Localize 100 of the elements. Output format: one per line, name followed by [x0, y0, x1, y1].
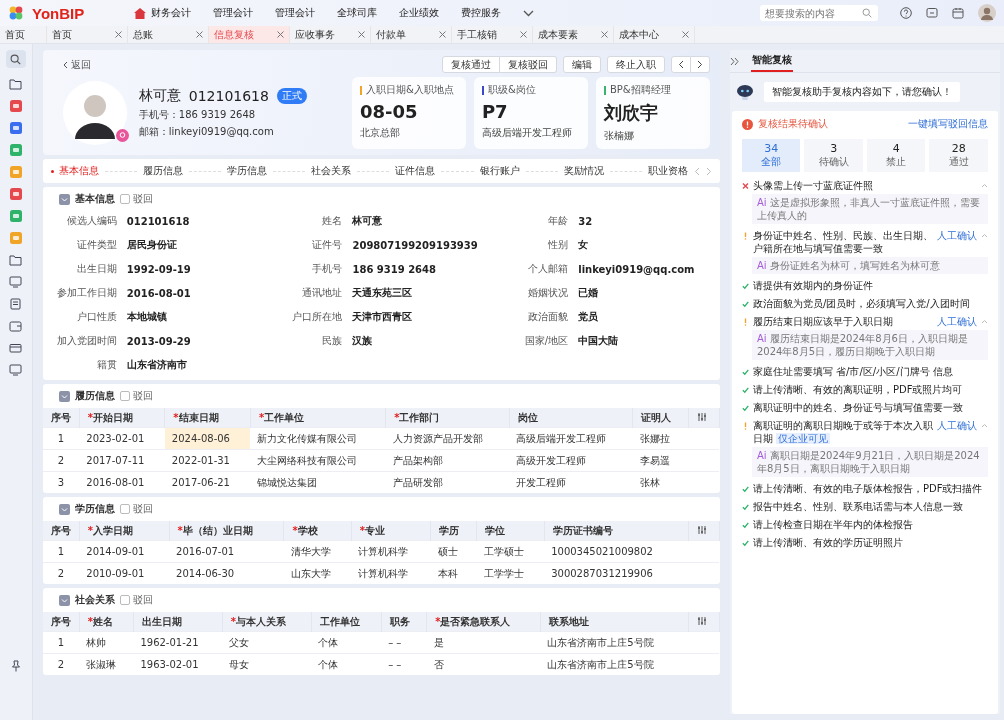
anchor-tab[interactable]: 社会关系 [311, 164, 352, 178]
close-icon[interactable] [358, 31, 365, 38]
collapse-icon[interactable] [58, 193, 70, 205]
calendar-icon[interactable] [952, 7, 964, 19]
column-header: *工作单位 [250, 408, 386, 428]
fill-reject-link[interactable]: 一键填写驳回信息 [908, 117, 988, 131]
menu-item[interactable]: 全球司库 [337, 6, 378, 20]
document-icon[interactable] [9, 298, 23, 310]
page-tab[interactable]: 成本中心 [614, 26, 695, 43]
action-button[interactable]: 复核通过 [441, 56, 500, 73]
table-cell: 工学学士 [476, 562, 545, 584]
stat-filter[interactable]: 4 禁止 [866, 139, 926, 172]
menu-item[interactable]: 管理会计 [275, 6, 316, 20]
anchor-tab[interactable]: 职业资格 [647, 164, 688, 178]
anchor-tab[interactable]: 基本信息 [50, 164, 99, 178]
anchor-tab[interactable]: 履历信息 [142, 164, 183, 178]
page-tab[interactable]: 付款单 [371, 26, 452, 43]
reject-checkbox[interactable]: 驳回 [119, 502, 153, 516]
field-value: 党员 [578, 310, 600, 324]
table-cell: 张淑琳 [79, 653, 134, 675]
menu-item[interactable]: 管理会计 [213, 6, 254, 20]
reject-checkbox[interactable]: 驳回 [119, 192, 153, 206]
table-cell: 母女 [222, 653, 312, 675]
folder-icon[interactable] [9, 78, 23, 90]
collapse-icon[interactable] [58, 594, 70, 606]
field-label: 个人邮箱 [527, 262, 569, 276]
close-icon[interactable] [601, 31, 608, 38]
manual-confirm-link[interactable]: 人工确认 [937, 315, 977, 328]
menu-item[interactable]: 财务会计 [151, 6, 192, 20]
search-button[interactable] [5, 50, 26, 68]
chevron-right-icon [696, 60, 703, 69]
phone-text: 手机号：186 9319 2648 [138, 108, 257, 122]
menu-item[interactable]: 费控服务 [461, 6, 502, 20]
stat-filter[interactable]: 28 通过 [929, 139, 988, 172]
manual-confirm-link[interactable]: 人工确认 [937, 419, 977, 432]
message-icon[interactable] [926, 7, 938, 19]
search-field[interactable]: 想要搜索的内容 [760, 5, 878, 21]
app-icon[interactable] [9, 210, 22, 222]
home-icon[interactable] [134, 7, 147, 19]
wallet-icon[interactable] [9, 320, 23, 332]
reject-checkbox[interactable]: 驳回 [119, 593, 153, 607]
manual-confirm-link[interactable]: 人工确认 [937, 229, 977, 242]
card-label: 职级&岗位 [487, 83, 536, 97]
table-cell: 计算机科学 [351, 562, 431, 584]
page-tab[interactable]: 手工核销 [452, 26, 533, 43]
app-icon[interactable] [9, 122, 22, 134]
close-icon[interactable] [115, 31, 122, 38]
close-icon[interactable] [439, 31, 446, 38]
table-cell: 新力文化传媒有限公司 [250, 427, 386, 450]
collapse-icon[interactable] [58, 390, 70, 402]
column-header: *入学日期 [79, 521, 170, 541]
page-tab[interactable]: 成本要素 [533, 26, 614, 43]
collapse-icon[interactable] [58, 503, 70, 515]
anchor-tab[interactable]: 学历信息 [227, 164, 268, 178]
avatar-icon[interactable] [978, 4, 996, 22]
table-cell: 大尘网络科技有限公司 [250, 449, 386, 472]
folder-icon[interactable] [9, 254, 23, 266]
page-tab[interactable]: 首页 [0, 26, 47, 43]
section-title: 学历信息 [74, 502, 115, 516]
card-icon[interactable] [9, 342, 23, 354]
chevron-down-icon[interactable] [523, 9, 535, 17]
anchor-tab[interactable]: 银行账户 [479, 164, 520, 178]
table-cell: – – [381, 653, 427, 675]
pin-icon[interactable] [9, 660, 22, 672]
monitor-icon[interactable] [9, 364, 23, 376]
field-value: 居民身份证 [126, 238, 178, 252]
stat-filter[interactable]: 3 待确认 [804, 139, 863, 172]
action-button[interactable]: 终止入职 [606, 56, 665, 73]
reject-checkbox[interactable]: 驳回 [119, 389, 153, 403]
search-icon [862, 8, 872, 18]
candidate-name: 林可意 [138, 87, 181, 105]
page-tab[interactable]: 首页 [47, 26, 128, 43]
collapse-panel-icon[interactable] [729, 56, 739, 66]
panel-tab[interactable]: 智能复核 [750, 50, 793, 72]
column-settings-icon[interactable] [696, 524, 707, 535]
check-item-text: 身份证中姓名、性别、民族、出生日期、户籍所在地与填写值需要一致 [752, 229, 933, 255]
robot-icon [735, 83, 754, 101]
stat-filter[interactable]: 34 全部 [741, 139, 801, 172]
app-icon[interactable] [9, 144, 22, 156]
column-settings-icon[interactable] [696, 615, 707, 626]
app-icon[interactable] [9, 188, 22, 200]
close-icon[interactable] [520, 31, 527, 38]
check-item-text: 报告中姓名、性别、联系电话需与本人信息一致 [752, 500, 964, 513]
monitor-icon[interactable] [9, 276, 23, 288]
page-tab[interactable]: 应收事务 [290, 26, 371, 43]
table-cell: 2014-06-30 [169, 562, 284, 584]
anchor-tab[interactable]: 证件信息 [395, 164, 436, 178]
close-icon[interactable] [196, 31, 203, 38]
back-link[interactable]: 返回 [62, 57, 91, 72]
close-icon[interactable] [682, 31, 689, 38]
table-cell: 1 [42, 427, 80, 450]
close-icon[interactable] [277, 31, 284, 38]
help-icon[interactable] [900, 7, 912, 19]
anchor-tab[interactable]: 奖励情况 [563, 164, 604, 178]
table-cell: 2017-07-11 [79, 449, 165, 472]
action-button[interactable]: 复核驳回 [499, 56, 557, 73]
column-settings-icon[interactable] [696, 411, 707, 422]
app-icon[interactable] [9, 100, 22, 112]
menu-item[interactable]: 企业绩效 [399, 6, 440, 20]
action-button[interactable]: 编辑 [562, 56, 601, 73]
